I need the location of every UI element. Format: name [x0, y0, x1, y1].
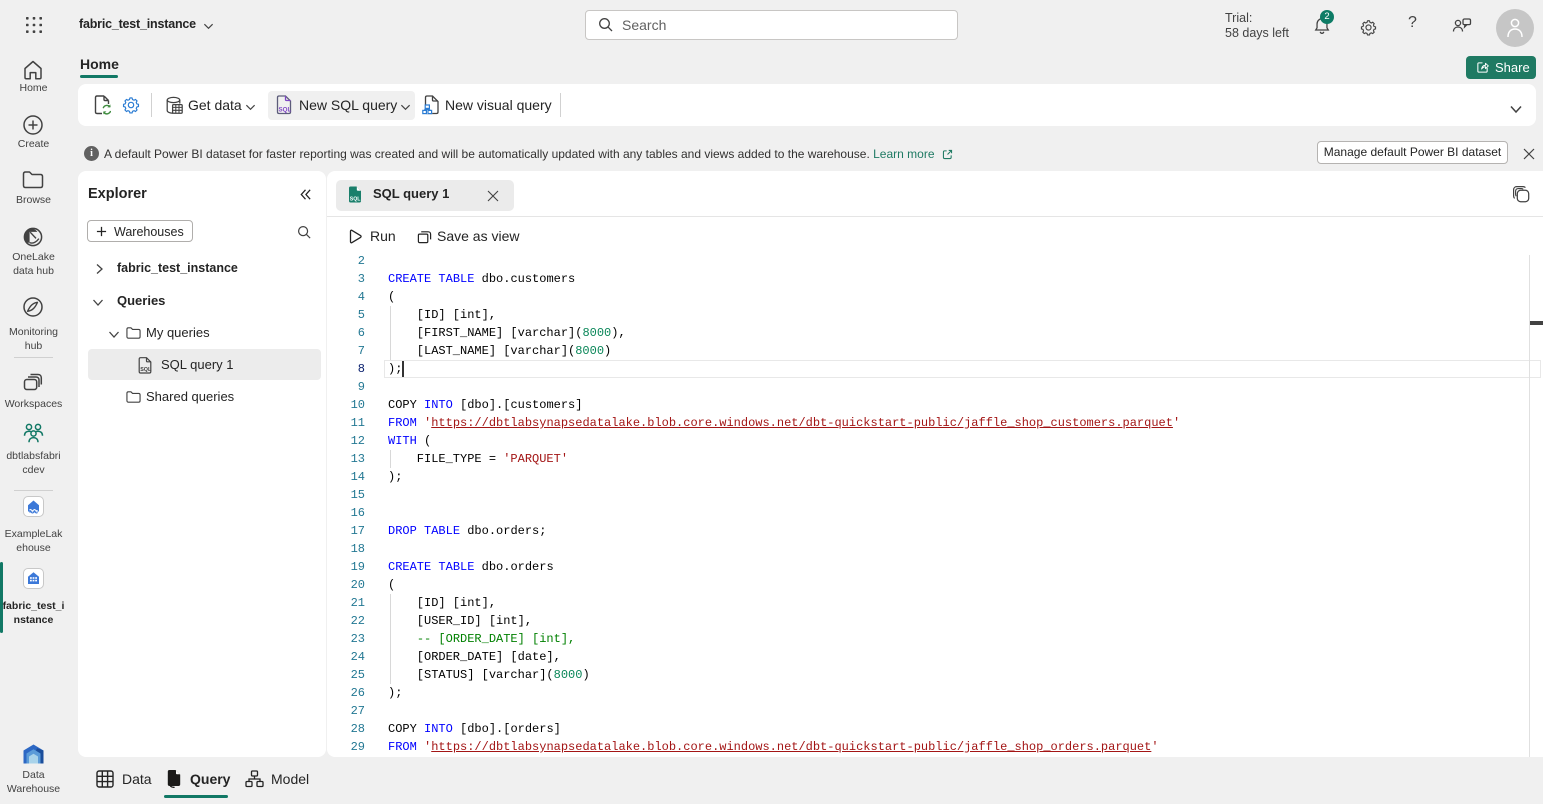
- svg-text:SQL: SQL: [279, 107, 292, 114]
- svg-text:SQL: SQL: [140, 367, 152, 373]
- svg-text:SQL: SQL: [350, 197, 361, 203]
